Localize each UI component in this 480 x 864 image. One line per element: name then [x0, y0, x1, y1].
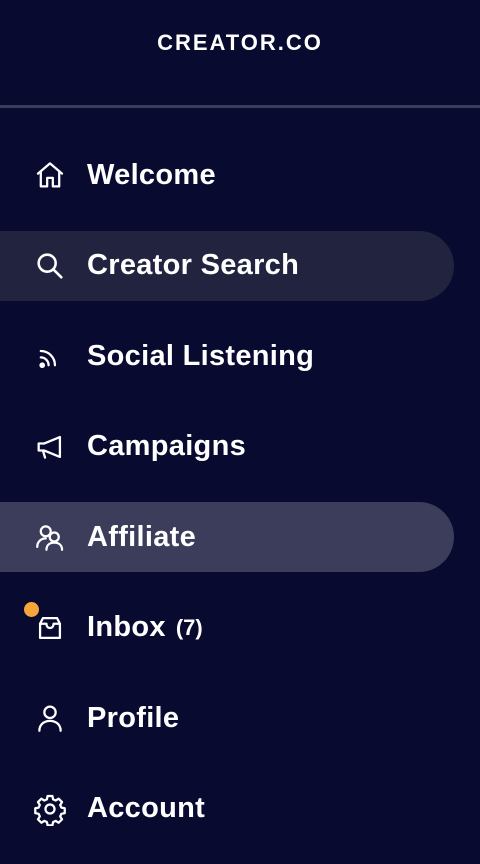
brand-logo[interactable]: CREATOR.CO — [157, 30, 323, 56]
users-icon — [32, 519, 68, 555]
nav-item-label: Profile — [87, 701, 180, 734]
nav-item-label: Affiliate — [87, 520, 197, 553]
search-icon — [32, 248, 68, 284]
rss-icon — [32, 338, 68, 374]
nav-item-label: Campaigns — [87, 430, 247, 462]
nav-item-social-listening[interactable]: Social Listening — [0, 321, 454, 391]
gear-icon — [32, 791, 68, 827]
sidebar-header: CREATOR.CO — [0, 0, 480, 108]
nav-item-affiliate[interactable]: Affiliate — [0, 502, 454, 572]
inbox-icon — [24, 601, 68, 646]
nav-item-account[interactable]: Account — [0, 774, 454, 844]
user-icon — [32, 700, 68, 736]
notification-dot — [24, 601, 39, 617]
nav-item-creator-search[interactable]: Creator Search — [0, 230, 454, 301]
nav-item-label: Inbox — [87, 611, 166, 643]
megaphone-icon — [32, 429, 68, 465]
nav-item-label: Account — [87, 792, 206, 824]
nav-item-label: Welcome — [87, 158, 216, 191]
sidebar-nav: Welcome Creator Search Social Listening — [0, 140, 480, 864]
nav-item-label: Creator Search — [87, 249, 300, 281]
nav-item-welcome[interactable]: Welcome — [0, 140, 454, 210]
nav-item-campaigns[interactable]: Campaigns — [0, 412, 454, 482]
home-icon — [32, 157, 68, 193]
nav-item-profile[interactable]: Profile — [0, 683, 454, 753]
nav-item-label: Social Listening — [87, 339, 315, 372]
nav-item-inbox[interactable]: Inbox (7) — [0, 593, 454, 663]
inbox-count-badge: (7) — [175, 614, 203, 640]
